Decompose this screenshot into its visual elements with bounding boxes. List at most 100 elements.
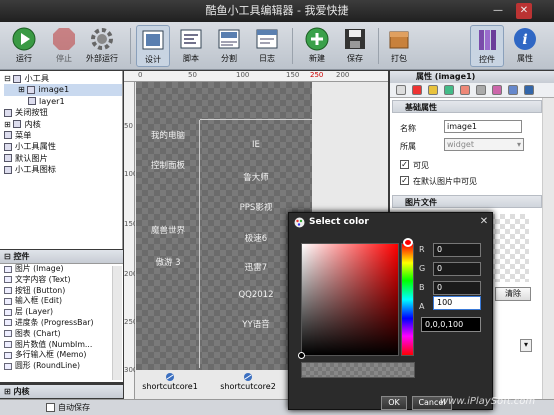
- tab-globe-icon[interactable]: [508, 85, 518, 95]
- b-input[interactable]: 0: [433, 281, 481, 295]
- toolbar-divider: [130, 28, 131, 64]
- toolbar-divider: [292, 28, 293, 64]
- title-bar: 酷鱼小工具编辑器 - 我爱快捷: [0, 0, 554, 22]
- minimize-button[interactable]: —: [490, 3, 506, 19]
- stop-button[interactable]: 停止: [46, 25, 82, 67]
- pack-button[interactable]: 打包: [382, 25, 416, 67]
- control-item[interactable]: 文字内容 (Text): [0, 275, 123, 286]
- widget-icon: [13, 74, 22, 83]
- properties-header: 属性 (image1): [390, 71, 554, 83]
- clear-button[interactable]: 清除: [495, 287, 531, 301]
- canvas-item[interactable]: IE: [200, 140, 312, 150]
- properties-icon: [4, 142, 12, 151]
- tree-item-selected[interactable]: ⊞ image1: [4, 84, 122, 96]
- control-item[interactable]: 按钮 (Button): [0, 286, 123, 297]
- b-label: B: [419, 283, 425, 292]
- script-view-button[interactable]: 脚本: [174, 25, 208, 67]
- plus-icon: [305, 27, 329, 51]
- controls-header[interactable]: ⊟ 控件: [0, 250, 123, 264]
- shortcut-object[interactable]: shortcutcore1: [140, 372, 200, 391]
- control-item[interactable]: 图片 (Image): [0, 264, 123, 275]
- split-view-button[interactable]: 分割: [212, 25, 246, 67]
- script-icon: [180, 29, 202, 49]
- kernel-section-header[interactable]: ⊞ 内核: [0, 385, 123, 398]
- tree-item[interactable]: ⊞ 内核: [4, 119, 122, 130]
- alpha-preview[interactable]: [301, 362, 415, 378]
- color-value-input[interactable]: 0,0,0,100: [421, 317, 481, 332]
- canvas-item[interactable]: 魔兽世界: [140, 224, 196, 236]
- close-window-button[interactable]: ✕: [516, 3, 532, 19]
- new-button[interactable]: 新建: [300, 25, 334, 67]
- save-button[interactable]: 保存: [338, 25, 372, 67]
- properties-panel-button[interactable]: i 属性: [508, 25, 542, 67]
- owner-select[interactable]: widget ▾: [444, 138, 524, 151]
- tree-item[interactable]: 默认图片: [4, 153, 122, 164]
- control-item[interactable]: 进度条 (ProgressBar): [0, 318, 123, 329]
- widget-canvas[interactable]: 我的电脑 控制面板 魔兽世界 傲游 3 IE 鲁大师 PPS影视 极速6 迅雷7…: [136, 82, 312, 370]
- tab-shadow-icon[interactable]: [476, 85, 486, 95]
- tab-pencil-icon[interactable]: [428, 85, 438, 95]
- tab-list-icon[interactable]: [396, 85, 406, 95]
- properties-scrollbar[interactable]: [542, 98, 554, 399]
- autosave-checkbox[interactable]: [46, 403, 55, 412]
- canvas-item[interactable]: 傲游 3: [140, 256, 196, 268]
- control-item[interactable]: 图表 (Chart): [0, 329, 123, 340]
- tab-palette-icon[interactable]: [460, 85, 470, 95]
- tree-item[interactable]: 小工具属性: [4, 141, 122, 152]
- name-input[interactable]: image1: [444, 120, 522, 133]
- tab-font-icon[interactable]: [444, 85, 454, 95]
- control-item[interactable]: 图片数值 (NumbIm...: [0, 340, 123, 351]
- r-input[interactable]: 0: [433, 243, 481, 257]
- play-icon: [12, 27, 36, 51]
- section-basic[interactable]: 基础属性: [392, 100, 542, 113]
- object-tree: ⊟ 小工具 ⊞ image1 layer1 关闭按钮 ⊞ 内核 菜单 小工具属性…: [0, 71, 123, 249]
- saturation-value-picker[interactable]: [301, 243, 399, 356]
- visible-default-checkbox[interactable]: ✓: [400, 176, 409, 185]
- control-item[interactable]: 多行输入框 (Memo): [0, 350, 123, 361]
- controls-panel-button[interactable]: 控件: [470, 25, 504, 67]
- design-icon: [142, 30, 164, 50]
- visible-checkbox[interactable]: ✓: [400, 160, 409, 169]
- tree-item[interactable]: 菜单: [4, 130, 122, 141]
- color-picker-handle[interactable]: [298, 352, 305, 359]
- tree-item[interactable]: 小工具图标: [4, 164, 122, 175]
- design-view-button[interactable]: 设计: [136, 25, 170, 67]
- image-icon: [27, 85, 36, 94]
- controls-scrollbar[interactable]: [112, 266, 122, 380]
- external-run-button[interactable]: 外部运行: [82, 25, 122, 67]
- canvas-divider-horizontal: [200, 119, 312, 120]
- tree-item[interactable]: layer1: [4, 96, 122, 107]
- log-label: 日志: [259, 54, 275, 63]
- run-label: 运行: [16, 54, 32, 63]
- dialog-close-button[interactable]: ✕: [477, 215, 491, 229]
- control-item[interactable]: 输入框 (Edit): [0, 296, 123, 307]
- canvas-item[interactable]: 我的电脑: [140, 129, 196, 141]
- hue-slider-handle[interactable]: [403, 238, 413, 247]
- tree-item[interactable]: ⊟ 小工具: [4, 73, 122, 84]
- log-view-button[interactable]: 日志: [250, 25, 284, 67]
- ok-button[interactable]: OK: [381, 396, 407, 410]
- properties-label: 属性: [517, 54, 533, 63]
- property-tabs: [390, 83, 554, 98]
- dropdown-arrow-icon[interactable]: ▾: [520, 339, 532, 352]
- progressbar-control-icon: [4, 319, 12, 327]
- tab-cube-icon[interactable]: [524, 85, 534, 95]
- g-input[interactable]: 0: [433, 262, 481, 276]
- control-item[interactable]: 圆形 (RoundLine): [0, 361, 123, 372]
- hue-slider[interactable]: [401, 243, 414, 356]
- gear-icon: [91, 28, 113, 50]
- tab-calendar-icon[interactable]: [412, 85, 422, 95]
- canvas-item[interactable]: 控制面板: [140, 159, 196, 171]
- run-button[interactable]: 运行: [6, 25, 42, 67]
- section-image-file[interactable]: 图片文件: [392, 195, 542, 208]
- ruler-tick: 0: [138, 71, 143, 79]
- shortcut-icon: [166, 373, 174, 381]
- control-item[interactable]: 层 (Layer): [0, 307, 123, 318]
- shortcut-object[interactable]: shortcutcore2: [218, 372, 278, 391]
- split-icon: [218, 29, 240, 49]
- canvas-item[interactable]: 鲁大师: [200, 171, 312, 183]
- a-input[interactable]: 100: [433, 296, 481, 310]
- new-label: 新建: [309, 54, 325, 63]
- tree-item[interactable]: 关闭按钮: [4, 107, 122, 118]
- tab-effect-icon[interactable]: [492, 85, 502, 95]
